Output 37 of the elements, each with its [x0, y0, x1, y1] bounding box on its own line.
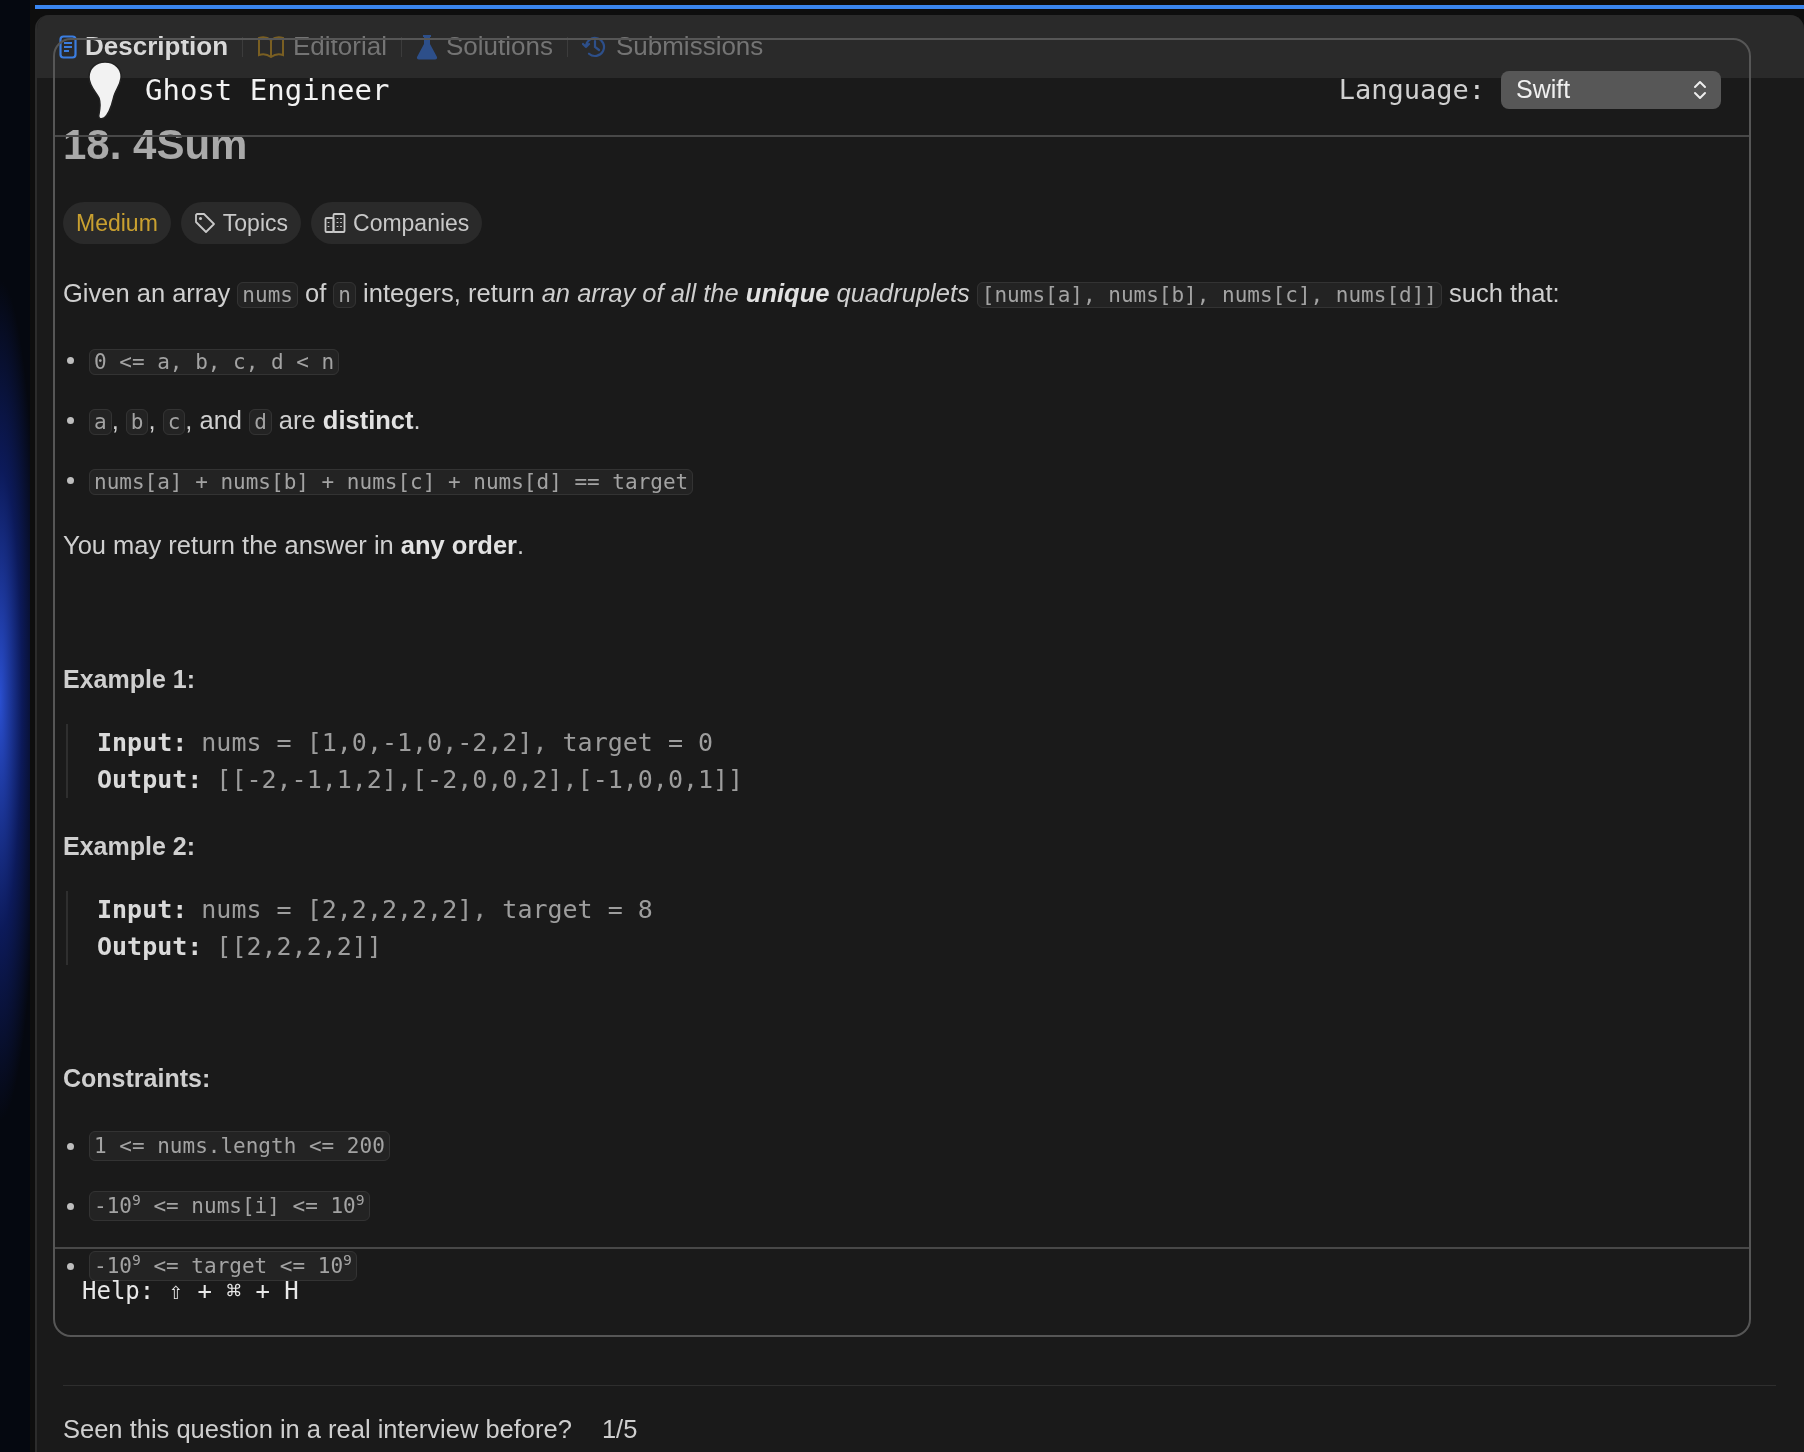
constraint-text: -10$^{9}$ <= target <= 10$^{9}$	[89, 1251, 357, 1281]
output-value: [[2,2,2,2]]	[216, 932, 382, 961]
bullet-icon	[67, 476, 74, 484]
bullet-icon	[67, 356, 74, 364]
building-icon	[324, 212, 346, 234]
input-label: Input:	[97, 728, 188, 757]
chevron-icon	[1693, 78, 1707, 101]
app-title: Ghost Engineer	[145, 72, 390, 107]
language-select[interactable]: Swift	[1501, 70, 1721, 109]
feedback-count: 1/5	[601, 1414, 638, 1445]
output-value: [[-2,-1,1,2],[-2,0,0,2],[-1,0,0,1]]	[216, 765, 744, 794]
input-value: nums = [2,2,2,2,2], target = 8	[201, 895, 653, 924]
bullet-icon	[67, 1142, 74, 1150]
bullet-icon	[67, 416, 74, 424]
input-value: nums = [1,0,-1,0,-2,2], target = 0	[201, 728, 714, 757]
tag-icon	[193, 212, 216, 234]
input-label: Input:	[97, 895, 188, 924]
document-icon	[59, 34, 77, 59]
example-heading: Example 1:	[63, 664, 196, 695]
output-label: Output:	[97, 932, 203, 961]
feedback-question: Seen this question in a real interview before?	[63, 1414, 572, 1445]
constraint-text: 1 <= nums.length <= 200	[89, 1131, 390, 1161]
difficulty-badge[interactable]: Medium	[63, 202, 171, 244]
language-label: Language:	[1338, 74, 1485, 105]
companies-tag[interactable]: Companies	[311, 202, 483, 244]
note-text: You may return the answer in any order.	[63, 530, 526, 561]
bullet-icon	[67, 1202, 74, 1210]
output-label: Output:	[97, 765, 203, 794]
book-icon	[257, 35, 286, 58]
bullet-icon	[67, 1262, 74, 1270]
constraint-text: -10$^{9}$ <= nums[i] <= 10$^{9}$	[89, 1191, 370, 1221]
condition-text: a , b , c , and d are distinct.	[89, 403, 421, 437]
example-heading: Example 2:	[63, 831, 196, 862]
flask-icon	[415, 33, 438, 60]
topics-tag[interactable]: Topics	[180, 202, 301, 244]
problem-statement: Given an array nums of n integers, return an array of all the unique quadruplets [nums[a], nums[b], nums[c], nums[d]] such that:	[63, 278, 1561, 310]
constraints-heading: Constraints:	[63, 1063, 212, 1094]
